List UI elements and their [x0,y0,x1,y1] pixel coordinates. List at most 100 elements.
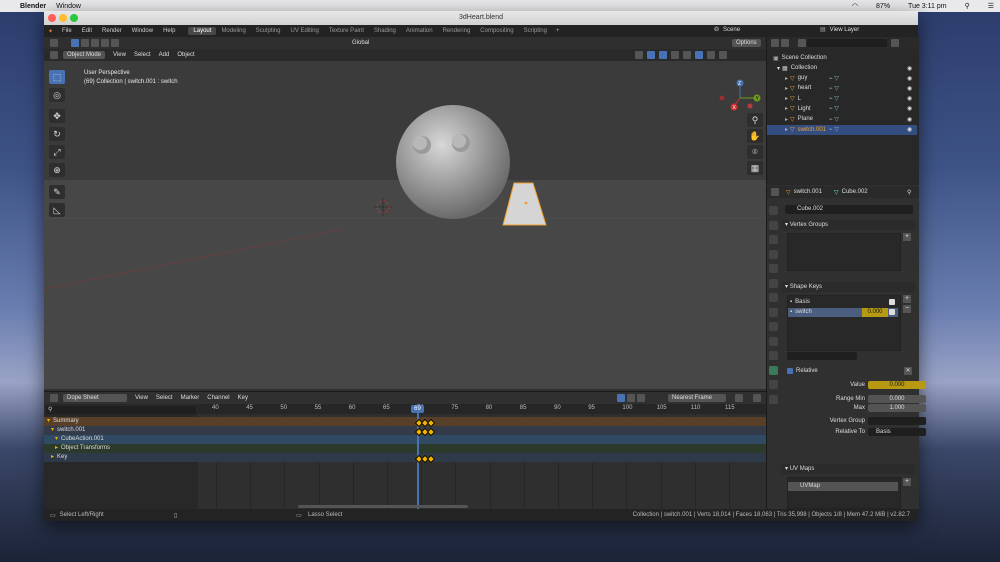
menu-icon[interactable]: ☰ [988,2,994,10]
properties-tab-texture-icon[interactable] [769,394,778,404]
rendered-shading-icon[interactable] [719,51,727,59]
editor-type-icon[interactable] [50,394,58,402]
horizontal-scrollbar[interactable] [298,505,468,508]
scene-name[interactable]: Scene [723,27,740,33]
select-tool-icon[interactable]: ⬚ [49,70,65,84]
workspace-tab-uv-editing[interactable]: UV Editing [285,27,323,35]
visibility-eye-icon[interactable]: ◉ [907,85,912,92]
display-mode-icon[interactable] [781,39,789,47]
cursor-tool-icon[interactable]: ◎ [49,88,65,102]
zoom-button[interactable] [70,14,78,22]
outliner-item-heart[interactable]: ▸ ▽ heart ⌁ ▽ ◉ [767,83,917,93]
outliner-item-l[interactable]: ▸ ▽ L ⌁ ▽ ◉ [767,94,917,104]
channel-search-input[interactable]: ⚲ [46,406,196,414]
options-dropdown[interactable]: Options [732,39,761,47]
dopesheet-menu-key[interactable]: Key [238,395,248,401]
visibility-eye-icon[interactable]: ◉ [907,116,912,123]
outliner-collection[interactable]: ▾ ▦ Collection ◉ [767,63,917,73]
select-box-icon[interactable] [71,39,79,47]
camera-view-icon[interactable]: ⌾ [747,145,763,159]
app-menu[interactable]: Blender [20,3,46,10]
vertex-group-field[interactable] [868,417,926,425]
relative-to-field[interactable]: Basis [868,428,926,436]
transform-orientation[interactable]: Global [352,40,369,46]
filter-icon[interactable] [891,39,899,47]
channel-switch-001[interactable]: ▾ switch.001 [44,426,198,435]
dopesheet-menu-marker[interactable]: Marker [181,395,200,401]
properties-tab-scene-icon[interactable] [769,264,778,273]
scene-icon[interactable]: ❂ [714,26,719,33]
expand-icon[interactable]: ▸ [51,454,54,460]
only-selected-icon[interactable] [617,394,625,402]
workspace-tab-modeling[interactable]: Modeling [216,27,250,35]
wireframe-shading-icon[interactable] [683,51,691,59]
expand-icon[interactable]: ▸ [785,95,788,102]
properties-tab-material-icon[interactable] [769,380,778,389]
properties-tab-object-icon[interactable] [769,293,778,302]
expand-icon[interactable]: ▾ [55,436,58,442]
close-button[interactable] [48,14,56,22]
outliner-item-plane[interactable]: ▸ ▽ Plane ⌁ ▽ ◉ [767,114,917,124]
shape-key-remove-button[interactable]: − [903,305,911,313]
shape-key-filter-input[interactable] [787,352,857,360]
channel-summary[interactable]: ▾ Summary [44,417,198,426]
properties-tab-particles-icon[interactable] [769,322,778,331]
3d-cursor-icon[interactable] [374,198,392,216]
workspace-tab-compositing[interactable]: Compositing [475,27,518,35]
menu-edit[interactable]: Edit [77,28,97,34]
gizmo-icon[interactable] [647,51,655,59]
value-field[interactable]: 0.000 [868,381,926,389]
visibility-eye-icon[interactable]: ◉ [907,75,912,82]
zoom-view-icon[interactable]: ⚲ [747,113,763,127]
editor-type-icon[interactable] [771,39,779,47]
pan-view-icon[interactable]: ✋ [747,129,763,143]
proportional-edit-icon[interactable] [735,394,743,402]
window-menu[interactable]: Window [56,3,81,10]
outliner-item-light[interactable]: ▸ ▽ Light ⌁ ▽ ◉ [767,104,917,114]
expand-icon[interactable]: ▸ [785,85,788,92]
viewport-menu-object[interactable]: Object [177,52,194,58]
properties-tab-world-icon[interactable] [769,278,778,288]
properties-tab-view-layer-icon[interactable] [769,249,778,259]
shape-key-add-button[interactable]: + [903,295,911,303]
keyframe-region[interactable]: 404550556065707580859095100105110115 69 [198,404,766,510]
expand-icon[interactable]: ▸ [785,105,788,112]
view-layer-icon[interactable]: ▤ [820,26,826,33]
vertex-groups-list[interactable] [787,233,901,271]
shape-key-value[interactable]: 0.000 [862,308,888,317]
filter-icon[interactable] [753,394,761,402]
properties-mesh-name[interactable]: Cube.002 [842,189,868,195]
viewport-menu-select[interactable]: Select [134,52,151,58]
expand-icon[interactable]: ▾ [47,418,50,424]
workspace-tab-scripting[interactable]: Scripting [519,27,552,35]
uv-map-add-button[interactable]: + [903,478,911,486]
viewport-menu-view[interactable]: View [113,52,126,58]
menu-help[interactable]: Help [158,28,180,34]
editor-type-icon[interactable] [50,39,58,47]
solid-shading-icon[interactable] [695,51,703,59]
shape-key-item[interactable]: ▪ Basis [788,298,898,307]
outliner-scene-collection[interactable]: ▣ Scene Collection [767,53,917,63]
max-field[interactable]: 1.000 [868,404,926,412]
outliner-item-switch-001[interactable]: ▸ ▽ switch.001 ⌁ ▽ ◉ [767,124,917,135]
workspace-tab-rendering[interactable]: Rendering [438,27,476,35]
channel-key[interactable]: ▸ Key [44,453,198,462]
relative-checkbox[interactable] [787,368,793,374]
viewport-menu-add[interactable]: Add [159,52,170,58]
channel-region[interactable]: ⚲ ▾ Summary ▾ switch.001 ▾ CubeAction.001 ▸ Obj… [44,404,198,510]
annotate-tool-icon[interactable]: ✎ [49,185,65,199]
pin-icon[interactable]: ⚲ [907,189,911,196]
properties-tab-render-icon[interactable] [769,220,778,230]
properties-tab-constraints-icon[interactable] [769,351,778,360]
material-shading-icon[interactable] [707,51,715,59]
show-hidden-icon[interactable] [627,394,635,402]
workspace-tab-texture-paint[interactable]: Texture Paint [324,27,369,35]
overlay-icon[interactable] [659,51,667,59]
properties-object-name[interactable]: switch.001 [794,189,822,195]
menu-window[interactable]: Window [127,28,158,34]
clock[interactable]: Tue 3:11 pm [908,3,947,10]
dopesheet-menu-select[interactable]: Select [156,395,173,401]
shape-key-item[interactable]: ▪ switch 0.000 [788,308,898,317]
add-workspace-button[interactable]: + [552,28,564,34]
minimize-button[interactable] [59,14,67,22]
